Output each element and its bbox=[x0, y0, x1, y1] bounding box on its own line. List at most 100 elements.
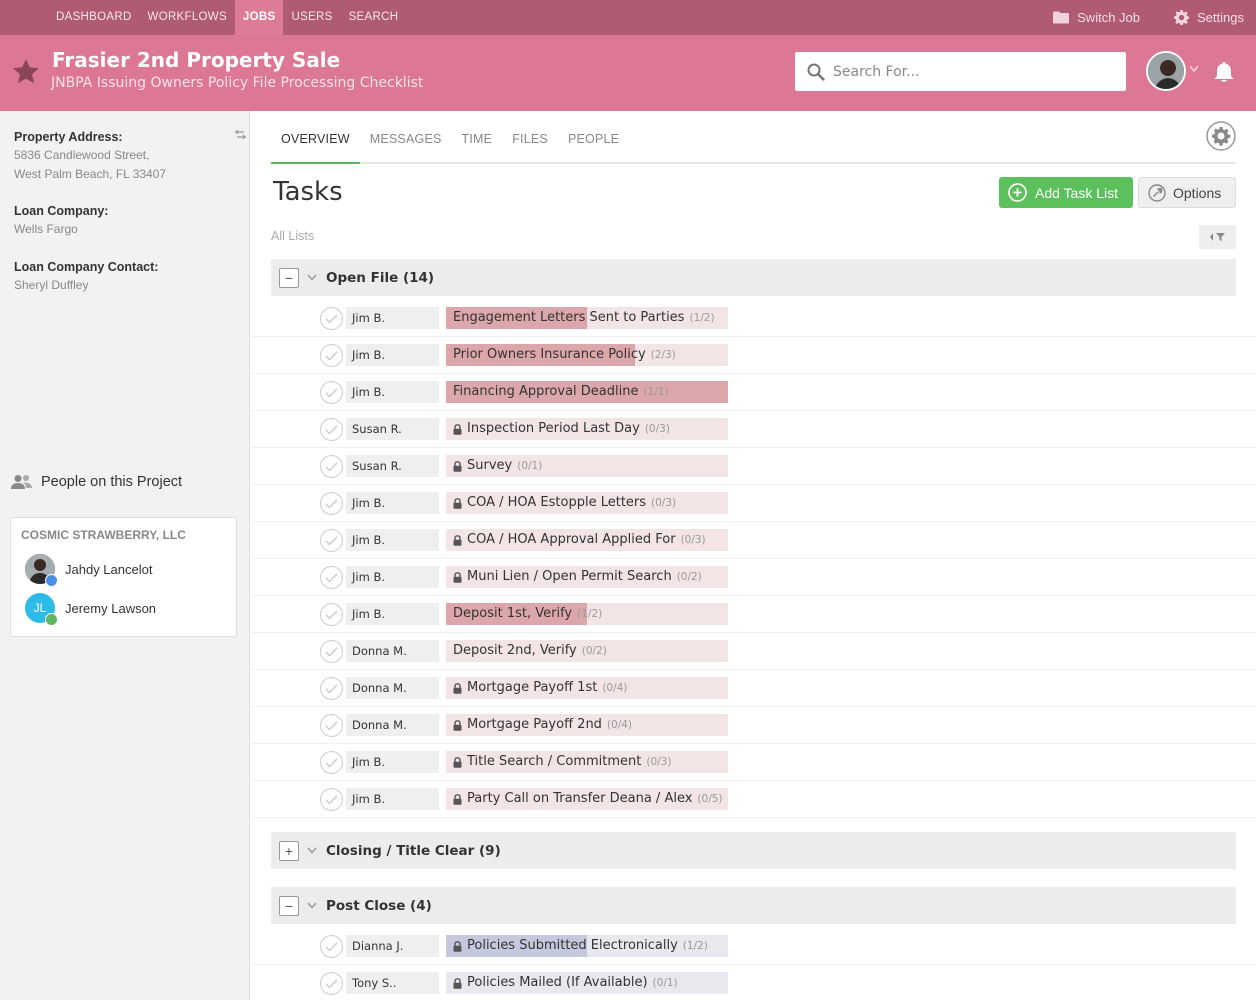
nav-jobs[interactable]: JOBS bbox=[234, 0, 284, 35]
chevron-down-icon[interactable] bbox=[307, 902, 317, 909]
task-label: Muni Lien / Open Permit Search (0/2) bbox=[453, 566, 702, 588]
task-group-header[interactable]: − Open File (14) bbox=[271, 259, 1236, 296]
tab-overview[interactable]: OVERVIEW bbox=[271, 127, 360, 164]
task-complete-checkbox[interactable] bbox=[320, 307, 343, 330]
task-row: Jim B. Title Search / Commitment (0/3) bbox=[251, 744, 1256, 781]
nav-search[interactable]: SEARCH bbox=[341, 0, 407, 35]
bell-icon[interactable] bbox=[1213, 61, 1235, 83]
task-complete-checkbox[interactable] bbox=[320, 677, 343, 700]
tab-people[interactable]: PEOPLE bbox=[558, 127, 629, 164]
task-complete-checkbox[interactable] bbox=[320, 492, 343, 515]
task-complete-checkbox[interactable] bbox=[320, 418, 343, 441]
task-item[interactable]: Prior Owners Insurance Policy (2/3) bbox=[446, 344, 728, 366]
task-complete-checkbox[interactable] bbox=[320, 566, 343, 589]
task-item[interactable]: Engagement Letters Sent to Parties (1/2) bbox=[446, 307, 728, 329]
chevron-down-icon[interactable] bbox=[307, 274, 317, 281]
task-count: (1/2) bbox=[577, 608, 603, 620]
task-complete-checkbox[interactable] bbox=[320, 788, 343, 811]
collapse-sidebar-icon[interactable] bbox=[235, 130, 246, 139]
task-assignee[interactable]: Jim B. bbox=[346, 788, 439, 810]
collapse-group-button[interactable]: − bbox=[279, 267, 299, 288]
task-item[interactable]: Survey (0/1) bbox=[446, 455, 728, 477]
task-assignee[interactable]: Jim B. bbox=[346, 381, 439, 403]
task-name: Mortgage Payoff 2nd bbox=[467, 717, 602, 732]
chevron-down-icon[interactable] bbox=[1190, 66, 1198, 72]
task-assignee[interactable]: Susan R. bbox=[346, 455, 439, 477]
task-assignee[interactable]: Donna M. bbox=[346, 640, 439, 662]
collapse-group-button[interactable]: − bbox=[279, 895, 299, 916]
search-box[interactable] bbox=[795, 52, 1126, 91]
task-complete-checkbox[interactable] bbox=[320, 714, 343, 737]
task-assignee[interactable]: Jim B. bbox=[346, 603, 439, 625]
expand-group-button[interactable]: + bbox=[279, 840, 299, 861]
task-complete-checkbox[interactable] bbox=[320, 972, 343, 995]
options-button[interactable]: Options bbox=[1138, 177, 1236, 208]
filter-button[interactable] bbox=[1199, 225, 1236, 249]
task-assignee[interactable]: Dianna J. bbox=[346, 935, 439, 957]
task-complete-checkbox[interactable] bbox=[320, 751, 343, 774]
task-complete-checkbox[interactable] bbox=[320, 603, 343, 626]
task-assignee[interactable]: Jim B. bbox=[346, 529, 439, 551]
checkmark-icon bbox=[325, 757, 338, 768]
task-complete-checkbox[interactable] bbox=[320, 381, 343, 404]
task-assignee[interactable]: Jim B. bbox=[346, 307, 439, 329]
task-assignee[interactable]: Jim B. bbox=[346, 751, 439, 773]
search-input[interactable] bbox=[833, 63, 1103, 80]
task-assignee[interactable]: Jim B. bbox=[346, 344, 439, 366]
chevron-down-icon[interactable] bbox=[307, 847, 317, 854]
task-group-header[interactable]: + Closing / Title Clear (9) bbox=[271, 832, 1236, 869]
task-label: Survey (0/1) bbox=[453, 455, 542, 477]
all-lists-filter[interactable]: All Lists bbox=[271, 229, 314, 243]
task-item[interactable]: COA / HOA Estopple Letters (0/3) bbox=[446, 492, 728, 514]
add-task-list-button[interactable]: Add Task List bbox=[999, 177, 1133, 208]
gear-icon[interactable] bbox=[1206, 121, 1236, 151]
avatar-image bbox=[1148, 53, 1184, 89]
tab-time[interactable]: TIME bbox=[452, 127, 503, 164]
nav-workflows[interactable]: WORKFLOWS bbox=[140, 0, 235, 35]
lock-icon bbox=[453, 793, 462, 805]
star-icon[interactable] bbox=[13, 59, 39, 84]
task-complete-checkbox[interactable] bbox=[320, 935, 343, 958]
task-complete-checkbox[interactable] bbox=[320, 344, 343, 367]
settings-button[interactable]: Settings bbox=[1174, 10, 1244, 25]
task-item[interactable]: Inspection Period Last Day (0/3) bbox=[446, 418, 728, 440]
switch-job-label: Switch Job bbox=[1077, 10, 1141, 25]
task-group-header[interactable]: − Post Close (4) bbox=[271, 887, 1236, 924]
task-assignee[interactable]: Jim B. bbox=[346, 566, 439, 588]
person-item[interactable]: Jahdy Lancelot bbox=[25, 554, 152, 587]
task-item[interactable]: Muni Lien / Open Permit Search (0/2) bbox=[446, 566, 728, 588]
nav-users[interactable]: USERS bbox=[283, 0, 340, 35]
checkmark-icon bbox=[325, 461, 338, 472]
task-item[interactable]: Policies Mailed (If Available) (0/1) bbox=[446, 972, 728, 994]
task-item[interactable]: Financing Approval Deadline (1/1) bbox=[446, 381, 728, 403]
task-name: Survey bbox=[467, 458, 513, 473]
task-assignee[interactable]: Jim B. bbox=[346, 492, 439, 514]
switch-job-button[interactable]: Switch Job bbox=[1053, 10, 1140, 25]
task-item[interactable]: Title Search / Commitment (0/3) bbox=[446, 751, 728, 773]
task-complete-checkbox[interactable] bbox=[320, 640, 343, 663]
avatar bbox=[25, 554, 58, 587]
task-assignee[interactable]: Tony S.. bbox=[346, 972, 439, 994]
task-row: Tony S.. Policies Mailed (If Available) (0… bbox=[251, 965, 1256, 1000]
task-item[interactable]: Deposit 1st, Verify (1/2) bbox=[446, 603, 728, 625]
task-count: (1/2) bbox=[682, 940, 708, 952]
task-name: Muni Lien / Open Permit Search bbox=[467, 569, 672, 584]
task-assignee[interactable]: Donna M. bbox=[346, 714, 439, 736]
task-count: (2/3) bbox=[650, 349, 676, 361]
task-item[interactable]: Mortgage Payoff 1st (0/4) bbox=[446, 677, 728, 699]
tab-files[interactable]: FILES bbox=[502, 127, 558, 164]
task-item[interactable]: Mortgage Payoff 2nd (0/4) bbox=[446, 714, 728, 736]
task-assignee[interactable]: Susan R. bbox=[346, 418, 439, 440]
task-item[interactable]: Deposit 2nd, Verify (0/2) bbox=[446, 640, 728, 662]
task-complete-checkbox[interactable] bbox=[320, 455, 343, 478]
task-item[interactable]: COA / HOA Approval Applied For (0/3) bbox=[446, 529, 728, 551]
task-item[interactable]: Policies Submitted Electronically (1/2) bbox=[446, 935, 728, 957]
job-subtitle: JNBPA Issuing Owners Policy File Process… bbox=[51, 75, 424, 91]
user-avatar[interactable] bbox=[1146, 51, 1186, 91]
tab-messages[interactable]: MESSAGES bbox=[360, 127, 452, 164]
task-assignee[interactable]: Donna M. bbox=[346, 677, 439, 699]
task-complete-checkbox[interactable] bbox=[320, 529, 343, 552]
person-item[interactable]: JL Jeremy Lawson bbox=[25, 593, 156, 626]
task-item[interactable]: Party Call on Transfer Deana / Alex (0/5) bbox=[446, 788, 728, 810]
nav-dashboard[interactable]: DASHBOARD bbox=[48, 0, 140, 35]
